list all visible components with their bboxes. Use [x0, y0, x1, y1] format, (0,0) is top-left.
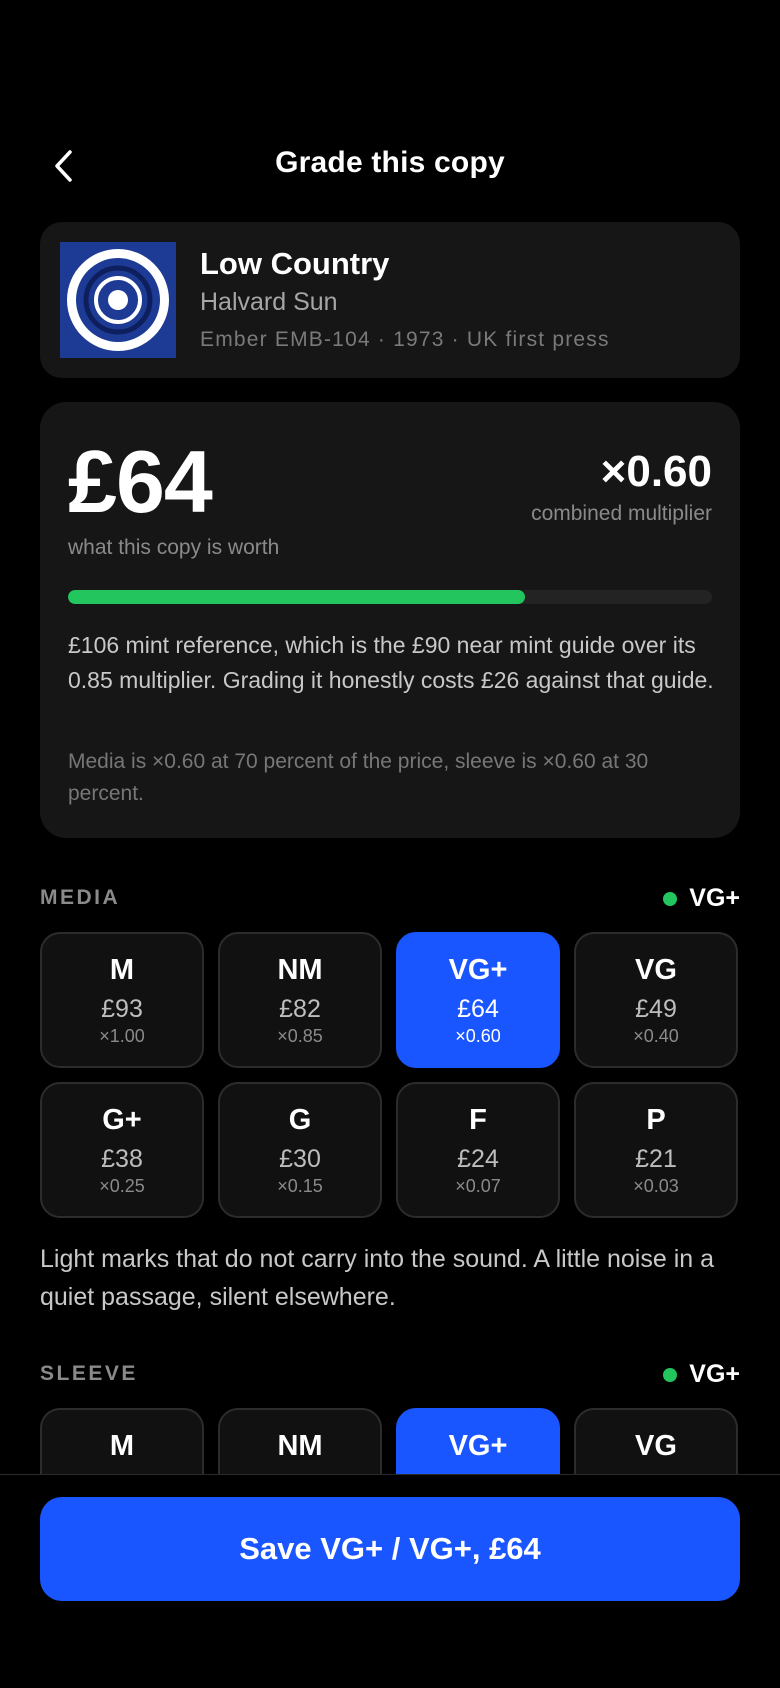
sleeve-grade-tile-vg-plus[interactable]: VG+ — [396, 1408, 560, 1474]
media-grade-tile-nm[interactable]: NM £82 ×0.85 — [218, 932, 382, 1068]
grade-price: £30 — [279, 1145, 321, 1173]
grade-multiplier: ×0.85 — [277, 1026, 323, 1046]
grade-price: £49 — [635, 995, 677, 1023]
media-grade-tile-g[interactable]: G £30 ×0.15 — [218, 1082, 382, 1218]
grade-multiplier: ×0.15 — [277, 1176, 323, 1196]
sleeve-grade-tile-vg[interactable]: VG — [574, 1408, 738, 1474]
grade-label: M — [109, 1430, 135, 1462]
grade-label: M — [109, 954, 135, 986]
multiplier-caption: combined multiplier — [531, 502, 712, 525]
combined-multiplier: ×0.60 — [600, 447, 712, 496]
media-grade-tile-vg-plus[interactable]: VG+ £64 ×0.60 — [396, 932, 560, 1068]
grade-price: £21 — [635, 1145, 677, 1173]
valuation-explanation: £106 mint reference, which is the £90 ne… — [68, 632, 714, 693]
grade-multiplier: ×0.40 — [633, 1026, 679, 1046]
media-grade-grid: M £93 ×1.00 NM £82 ×0.85 VG+ £64 ×0.60 VG £49 ×0.40… — [40, 932, 740, 1218]
status-dot — [663, 891, 678, 906]
valuation-weights: Media is ×0.60 at 70 percent of the pric… — [68, 750, 649, 805]
grade-multiplier: ×0.60 — [455, 1026, 501, 1046]
status-dot — [663, 1367, 678, 1382]
media-grade-tile-g-plus[interactable]: G+ £38 ×0.25 — [40, 1082, 204, 1218]
sleeve-selected-grade: VG+ — [663, 1360, 740, 1389]
media-grade-tile-f[interactable]: F £24 ×0.07 — [396, 1082, 560, 1218]
grade-label: F — [469, 1104, 487, 1136]
media-selected-grade-label: VG+ — [689, 884, 740, 912]
grade-label: NM — [277, 954, 323, 986]
estimated-price: £64 — [68, 432, 213, 531]
record-title: Low Country — [200, 246, 390, 281]
value-progress-bar — [68, 590, 712, 604]
grade-multiplier: ×0.07 — [455, 1176, 501, 1196]
grade-multiplier: ×0.25 — [99, 1176, 145, 1196]
sleeve-grade-tile-nm[interactable]: NM — [218, 1408, 382, 1474]
media-selected-grade: VG+ — [663, 884, 740, 913]
grade-label: NM — [277, 1430, 323, 1462]
grade-multiplier: ×0.03 — [633, 1176, 679, 1196]
grade-price: £82 — [279, 995, 321, 1023]
record-card: Low Country Halvard Sun Ember EMB-104 · … — [40, 222, 740, 378]
valuation-card: £64 what this copy is worth ×0.60 combin… — [40, 402, 740, 838]
media-grade-tile-vg[interactable]: VG £49 ×0.40 — [574, 932, 738, 1068]
grade-label: G — [288, 1104, 312, 1136]
vinyl-rings-icon — [67, 249, 169, 351]
media-grade-tile-p[interactable]: P £21 ×0.03 — [574, 1082, 738, 1218]
grade-label: P — [646, 1104, 666, 1136]
grade-label: VG — [635, 954, 677, 986]
page-title: Grade this copy — [275, 146, 505, 179]
sleeve-grade-tile-m[interactable]: M — [40, 1408, 204, 1474]
grade-multiplier: ×1.00 — [99, 1026, 145, 1046]
grade-label: VG+ — [448, 954, 508, 986]
grade-label: VG — [635, 1430, 677, 1462]
grade-price: £24 — [457, 1145, 499, 1173]
value-progress-fill — [68, 590, 526, 604]
footer-bar: Save VG+ / VG+, £64 — [0, 1474, 780, 1688]
media-grade-tile-m[interactable]: M £93 ×1.00 — [40, 932, 204, 1068]
record-artist: Halvard Sun — [200, 288, 338, 316]
album-cover — [60, 242, 176, 358]
save-button[interactable]: Save VG+ / VG+, £64 — [40, 1497, 740, 1601]
grade-price: £93 — [101, 995, 143, 1023]
grade-price: £64 — [457, 995, 499, 1023]
grade-label: G+ — [102, 1104, 142, 1136]
grade-description: Light marks that do not carry into the s… — [40, 1245, 714, 1311]
sleeve-selected-grade-label: VG+ — [689, 1360, 740, 1388]
header: Grade this copy — [0, 140, 780, 190]
media-section-label: MEDIA — [40, 886, 121, 909]
grade-price: £38 — [101, 1145, 143, 1173]
sleeve-section-label: SLEEVE — [40, 1362, 138, 1385]
grade-label: VG+ — [448, 1430, 508, 1462]
price-caption: what this copy is worth — [68, 536, 280, 559]
record-meta: Ember EMB-104 · 1973 · UK first press — [200, 328, 610, 351]
sleeve-grade-grid: M NM VG+ VG — [40, 1408, 740, 1474]
